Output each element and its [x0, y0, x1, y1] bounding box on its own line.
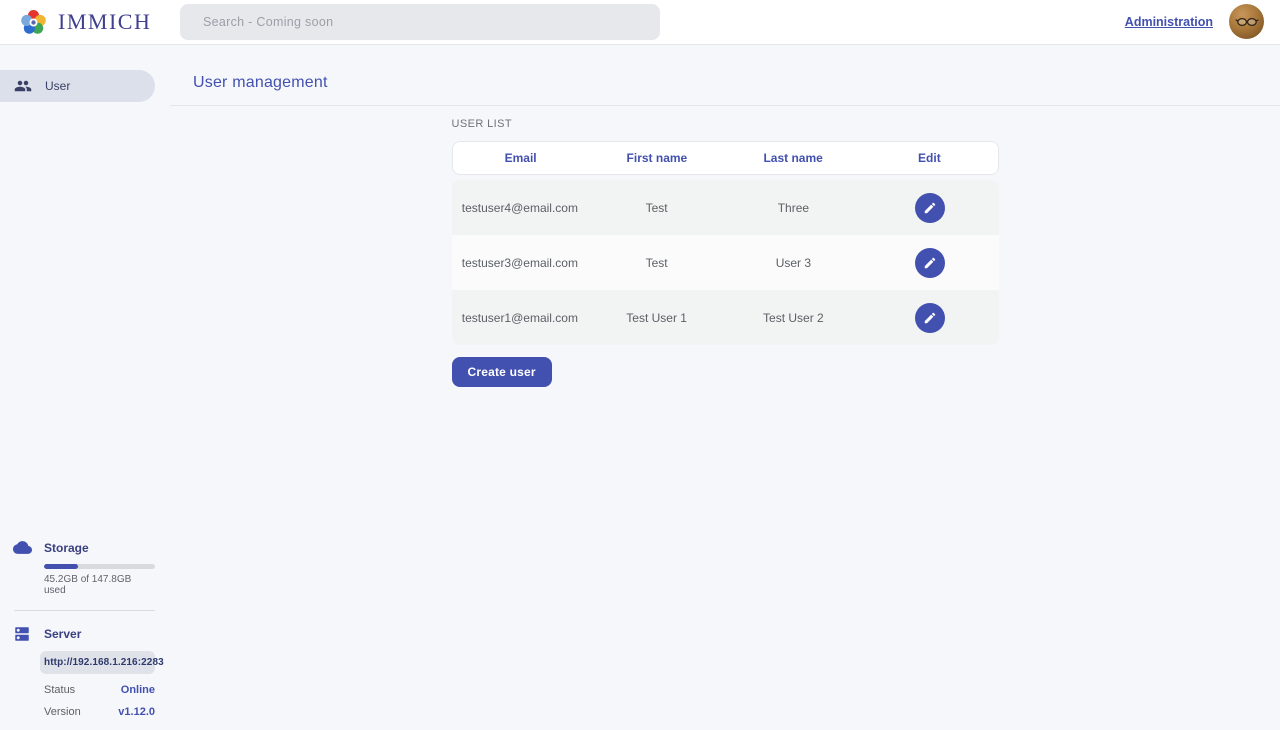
server-title: Server [44, 627, 81, 641]
immich-logo[interactable]: IMMICH [0, 7, 151, 38]
sidebar-divider [14, 610, 155, 611]
table-row: testuser4@email.com Test Three [452, 180, 999, 235]
user-table-body: testuser4@email.com Test Three testuser3… [452, 180, 999, 345]
column-email: Email [453, 151, 589, 165]
table-row: testuser3@email.com Test User 3 [452, 235, 999, 290]
cell-edit [862, 303, 999, 333]
table-row: testuser1@email.com Test User 1 Test Use… [452, 290, 999, 345]
version-label: Version [44, 706, 81, 718]
cell-email: testuser4@email.com [452, 201, 589, 215]
cloud-icon [0, 538, 44, 557]
immich-flower-icon [18, 7, 49, 38]
cell-edit [862, 193, 999, 223]
user-table-header: Email First name Last name Edit [452, 141, 999, 175]
status-label: Status [44, 684, 75, 696]
storage-progress-bar [44, 564, 155, 569]
cell-email: testuser1@email.com [452, 311, 589, 325]
storage-progress-fill [44, 564, 78, 569]
cell-email: testuser3@email.com [452, 256, 589, 270]
cell-last-name: User 3 [725, 256, 862, 270]
column-edit: Edit [861, 151, 997, 165]
sidebar-item-label: User [45, 79, 70, 93]
section-title: USER LIST [452, 118, 999, 130]
page-title: User management [193, 74, 328, 92]
logo-text: IMMICH [58, 9, 151, 35]
glasses-image [1234, 9, 1260, 35]
cell-edit [862, 248, 999, 278]
edit-user-button[interactable] [915, 193, 945, 223]
page-title-bar: User management [170, 45, 1280, 106]
cell-first-name: Test User 1 [588, 311, 725, 325]
status-value: Online [121, 684, 155, 696]
edit-user-button[interactable] [915, 303, 945, 333]
sidebar: User Storage 45.2GB of 147.8GB used Serv… [0, 45, 170, 730]
pencil-icon [923, 311, 937, 325]
storage-usage-text: 45.2GB of 147.8GB used [44, 574, 155, 596]
edit-user-button[interactable] [915, 248, 945, 278]
user-avatar[interactable] [1229, 4, 1264, 39]
top-header: IMMICH Administration [0, 0, 1280, 45]
cell-last-name: Test User 2 [725, 311, 862, 325]
sidebar-status-panel: Storage 45.2GB of 147.8GB used Server ht… [0, 538, 170, 730]
main-panel: User management USER LIST Email First na… [170, 45, 1280, 730]
cell-last-name: Three [725, 201, 862, 215]
cell-first-name: Test [588, 201, 725, 215]
server-version-row: Version v1.12.0 [44, 706, 155, 718]
users-group-icon [14, 77, 32, 95]
search-input[interactable] [180, 4, 660, 40]
column-first-name: First name [589, 151, 725, 165]
column-last-name: Last name [725, 151, 861, 165]
create-user-button[interactable]: Create user [452, 357, 552, 387]
cell-first-name: Test [588, 256, 725, 270]
server-icon [0, 625, 44, 643]
pencil-icon [923, 201, 937, 215]
server-status-row: Status Online [44, 684, 155, 696]
storage-section-header: Storage [0, 538, 170, 557]
sidebar-item-user[interactable]: User [0, 70, 155, 102]
server-section-header: Server [0, 625, 170, 643]
server-url-chip: http://192.168.1.216:2283 [40, 651, 155, 674]
administration-link[interactable]: Administration [1125, 15, 1213, 29]
user-list-section: USER LIST Email First name Last name Edi… [452, 118, 999, 387]
storage-title: Storage [44, 541, 89, 555]
pencil-icon [923, 256, 937, 270]
version-value: v1.12.0 [118, 706, 155, 718]
